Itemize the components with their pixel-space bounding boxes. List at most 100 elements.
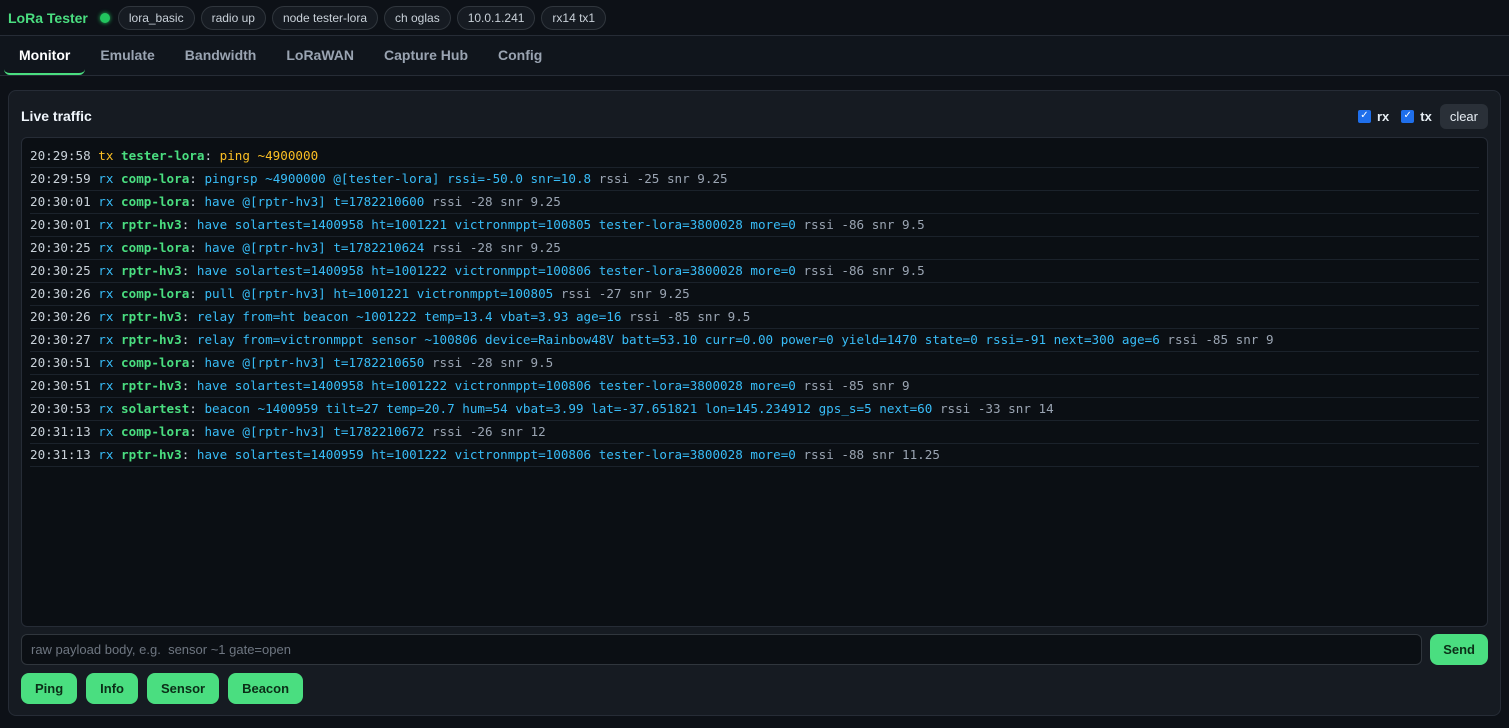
log-signal: rssi -25 snr 9.25 (598, 171, 728, 186)
tab-emulate[interactable]: Emulate (85, 36, 169, 75)
log-direction: rx (98, 309, 114, 324)
status-pill-mode: lora_basic (117, 5, 195, 30)
payload-input[interactable] (21, 634, 1423, 665)
log-signal: rssi -85 snr 9.5 (629, 309, 751, 324)
log-message: pingrsp ~4900000 @[tester-lora] rssi=-50… (204, 171, 592, 186)
log-line: 20:30:51 rx comp-lora: have @[rptr-hv3] … (30, 352, 1479, 375)
log-line: 20:30:51 rx rptr-hv3: have solartest=140… (30, 375, 1479, 398)
log-direction: rx (98, 378, 114, 393)
log-line: 20:30:53 rx solartest: beacon ~1400959 t… (30, 398, 1479, 421)
tab-bandwidth[interactable]: Bandwidth (170, 36, 272, 75)
tab-config[interactable]: Config (483, 36, 557, 75)
log-direction: rx (98, 194, 114, 209)
log-message: pull @[rptr-hv3] ht=1001221 victronmppt=… (204, 286, 554, 301)
log-signal: rssi -28 snr 9.25 (431, 240, 561, 255)
tab-lorawan[interactable]: LoRaWAN (271, 36, 369, 75)
log-line: 20:30:26 rx rptr-hv3: relay from=ht beac… (30, 306, 1479, 329)
log-timestamp: 20:30:51 (30, 378, 91, 393)
log-direction: rx (98, 286, 114, 301)
log-timestamp: 20:29:58 (30, 148, 91, 163)
log-message: have @[rptr-hv3] t=1782210600 (204, 194, 425, 209)
log-timestamp: 20:31:13 (30, 424, 91, 439)
log-timestamp: 20:30:01 (30, 194, 91, 209)
log-signal: rssi -86 snr 9.5 (803, 217, 925, 232)
app-title: LoRa Tester (8, 9, 88, 26)
log-line: 20:29:58 tx tester-lora: ping ~4900000 (30, 145, 1479, 168)
tab-monitor[interactable]: Monitor (4, 36, 86, 75)
panel-header: Live traffic ✓ rx ✓ tx clear (21, 103, 1488, 129)
log-message: have @[rptr-hv3] t=1782210672 (204, 424, 425, 439)
status-pill-node: node tester-lora (271, 5, 378, 30)
log-direction: rx (98, 240, 114, 255)
log-line: 20:30:01 rx comp-lora: have @[rptr-hv3] … (30, 191, 1479, 214)
log-signal: rssi -27 snr 9.25 (560, 286, 690, 301)
log-message: beacon ~1400959 tilt=27 temp=20.7 hum=54… (204, 401, 933, 416)
log-timestamp: 20:30:01 (30, 217, 91, 232)
log-signal: rssi -85 snr 9 (803, 378, 910, 393)
log-node: rptr-hv3 (121, 217, 182, 232)
clear-button[interactable]: clear (1439, 103, 1488, 129)
log-timestamp: 20:30:25 (30, 240, 91, 255)
log-timestamp: 20:30:27 (30, 332, 91, 347)
composer: Send (21, 634, 1488, 665)
log-signal: rssi -33 snr 14 (939, 401, 1054, 416)
log-message: have solartest=1400959 ht=1001222 victro… (196, 447, 796, 462)
log-message: have solartest=1400958 ht=1001221 victro… (196, 217, 796, 232)
log-direction: rx (98, 424, 114, 439)
log-line: 20:30:26 rx comp-lora: pull @[rptr-hv3] … (30, 283, 1479, 306)
top-bar: LoRa Tester lora_basic radio up node tes… (0, 0, 1509, 36)
beacon-button[interactable]: Beacon (228, 673, 304, 704)
rx-filter[interactable]: ✓ rx (1357, 108, 1390, 124)
log-direction: rx (98, 263, 114, 278)
rx-filter-label: rx (1376, 108, 1390, 124)
log-timestamp: 20:30:51 (30, 355, 91, 370)
log-timestamp: 20:30:53 (30, 401, 91, 416)
log-timestamp: 20:30:26 (30, 286, 91, 301)
log-line: 20:30:27 rx rptr-hv3: relay from=victron… (30, 329, 1479, 352)
log-node: tester-lora (121, 148, 205, 163)
traffic-log[interactable]: 20:29:58 tx tester-lora: ping ~4900000 20… (21, 137, 1488, 627)
log-line: 20:31:13 rx rptr-hv3: have solartest=140… (30, 444, 1479, 467)
tab-capture-hub[interactable]: Capture Hub (369, 36, 483, 75)
send-button[interactable]: Send (1430, 634, 1488, 665)
log-line: 20:29:59 rx comp-lora: pingrsp ~4900000 … (30, 168, 1479, 191)
log-signal: rssi -88 snr 11.25 (803, 447, 940, 462)
log-node: rptr-hv3 (121, 332, 182, 347)
log-message: have solartest=1400958 ht=1001222 victro… (196, 263, 796, 278)
log-message: ping ~4900000 (219, 148, 319, 163)
ping-button[interactable]: Ping (21, 673, 78, 704)
log-message: have @[rptr-hv3] t=1782210624 (204, 240, 425, 255)
log-node: comp-lora (121, 424, 190, 439)
log-direction: tx (98, 148, 114, 163)
log-message: have solartest=1400958 ht=1001222 victro… (196, 378, 796, 393)
log-signal: rssi -28 snr 9.25 (431, 194, 561, 209)
status-dot-icon (99, 12, 110, 23)
log-node: rptr-hv3 (121, 309, 182, 324)
sensor-button[interactable]: Sensor (147, 673, 220, 704)
log-node: comp-lora (121, 286, 190, 301)
log-message: have @[rptr-hv3] t=1782210650 (204, 355, 425, 370)
log-signal: rssi -26 snr 12 (431, 424, 546, 439)
quick-actions: Ping Info Sensor Beacon (21, 673, 304, 704)
rx-checkbox[interactable]: ✓ (1357, 109, 1371, 123)
log-direction: rx (98, 447, 114, 462)
log-signal: rssi -85 snr 9 (1167, 332, 1274, 347)
status-pill-channel: ch oglas (384, 5, 451, 30)
tx-filter[interactable]: ✓ tx (1401, 109, 1432, 124)
tx-checkbox[interactable]: ✓ (1401, 109, 1415, 123)
log-node: comp-lora (121, 240, 190, 255)
tx-filter-label: tx (1420, 108, 1432, 124)
log-direction: rx (98, 355, 114, 370)
log-line: 20:30:25 rx rptr-hv3: have solartest=140… (30, 260, 1479, 283)
tab-bar: Monitor Emulate Bandwidth LoRaWAN Captur… (0, 36, 1509, 76)
log-node: solartest (121, 401, 190, 416)
log-signal: rssi -86 snr 9.5 (803, 263, 925, 278)
log-node: comp-lora (121, 355, 190, 370)
log-line: 20:30:01 rx rptr-hv3: have solartest=140… (30, 214, 1479, 237)
log-direction: rx (98, 401, 114, 416)
log-node: rptr-hv3 (121, 447, 182, 462)
info-button[interactable]: Info (86, 673, 138, 704)
log-direction: rx (98, 332, 114, 347)
log-node: rptr-hv3 (121, 263, 182, 278)
log-node: comp-lora (121, 171, 190, 186)
